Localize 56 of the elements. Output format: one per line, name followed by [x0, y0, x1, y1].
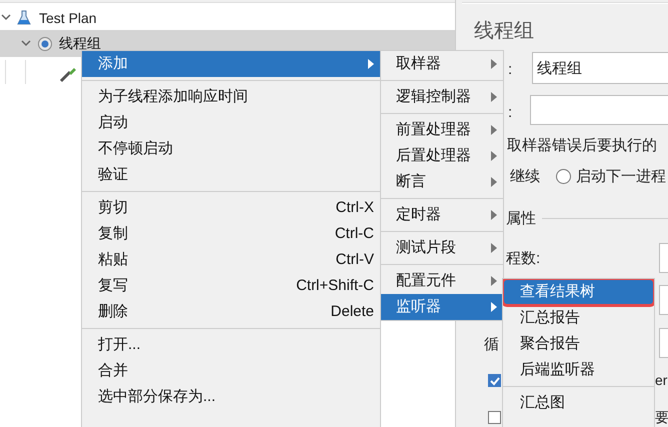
menu-item[interactable]: 复写 Ctrl+Shift-C	[82, 273, 380, 299]
flask-icon	[17, 10, 33, 26]
submenu-arrow-icon	[491, 151, 497, 161]
submenu-arrow-icon	[368, 59, 374, 69]
group-label: 属性	[506, 209, 536, 229]
menu-item[interactable]: 后端监听器	[503, 357, 654, 383]
check-icon	[490, 376, 500, 386]
submenu-arrow-icon	[491, 210, 497, 220]
tree-node-label[interactable]: Test Plan	[39, 8, 97, 28]
checkbox[interactable]	[488, 411, 501, 424]
menu-item[interactable]: 后置处理器	[381, 143, 503, 169]
menu-item[interactable]: 逻辑控制器	[381, 84, 503, 110]
menu-item[interactable]: 打开...	[82, 332, 380, 358]
radio-label[interactable]: 继续	[510, 166, 540, 188]
checkbox-label: er	[655, 371, 668, 390]
submenu-arrow-icon	[491, 177, 497, 187]
menu-item[interactable]: 不停顿启动	[82, 136, 380, 162]
error-action-label: 取样器错误后要执行的	[507, 136, 657, 156]
radio-label[interactable]: 启动下一进程	[576, 166, 666, 188]
menu-item[interactable]: 取样器	[381, 51, 503, 77]
menu-item[interactable]: 选中部分保存为...	[82, 384, 380, 410]
menu-item[interactable]: 合并	[82, 358, 380, 384]
menu-item[interactable]: 监听器	[381, 294, 503, 320]
checkbox[interactable]	[488, 374, 501, 387]
menu-item[interactable]: 启动	[82, 110, 380, 136]
menu-item[interactable]: 添加	[82, 51, 380, 77]
menu-item[interactable]: 删除 Delete	[82, 299, 380, 325]
field-label: :	[508, 103, 512, 123]
submenu-arrow-icon	[491, 276, 497, 286]
submenu-arrow-icon	[491, 243, 497, 253]
panel-title: 线程组	[474, 19, 534, 44]
submenu-arrow-icon	[491, 92, 497, 102]
submenu-arrow-icon	[491, 302, 497, 312]
menu-item[interactable]: 查看结果树	[503, 279, 654, 305]
menu-item[interactable]: 粘贴 Ctrl-V	[82, 247, 380, 273]
menu-item[interactable]: 验证	[82, 162, 380, 188]
menu-item[interactable]: 汇总图	[503, 390, 654, 416]
menu-item[interactable]: 复制 Ctrl-C	[82, 221, 380, 247]
field-label: 程数:	[506, 249, 540, 269]
menu-item[interactable]: 汇总报告	[503, 305, 654, 331]
menu-item[interactable]: 前置处理器	[381, 117, 503, 143]
menu-item[interactable]: 断言	[381, 169, 503, 195]
menu-item[interactable]: 测试片段	[381, 235, 503, 261]
name-field[interactable]: 线程组	[532, 52, 668, 84]
field-label: :	[508, 60, 512, 80]
submenu-arrow-icon	[491, 125, 497, 135]
comment-field[interactable]	[530, 95, 668, 125]
menu-item[interactable]: 聚合报告	[503, 331, 654, 357]
submenu-arrow-icon	[491, 59, 497, 69]
menu-item[interactable]: 定时器	[381, 202, 503, 228]
tree-node-label[interactable]: 线程组	[59, 33, 101, 54]
menu-item[interactable]: 配置元件	[381, 268, 503, 294]
field-label: 循	[484, 335, 499, 355]
menu-item[interactable]: 为子线程添加响应时间	[82, 84, 380, 110]
menu-item[interactable]: 剪切 Ctrl-X	[82, 195, 380, 221]
radio-button[interactable]	[556, 169, 571, 184]
